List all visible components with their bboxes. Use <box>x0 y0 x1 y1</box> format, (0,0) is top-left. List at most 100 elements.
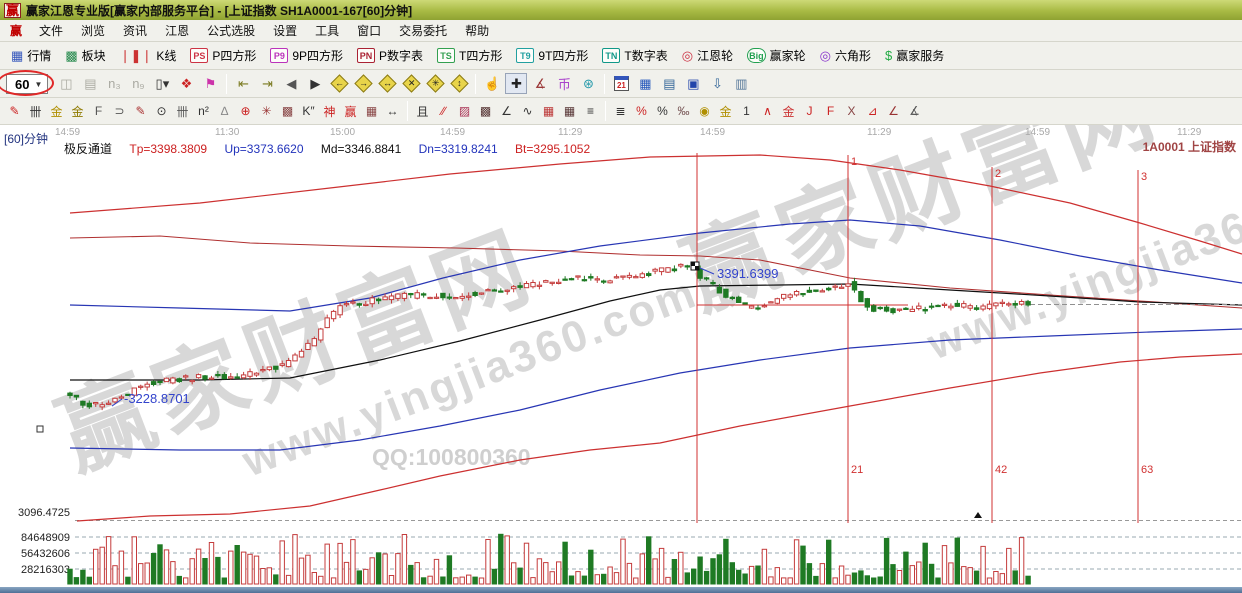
p9-square-button[interactable]: P99P四方形 <box>263 44 350 68</box>
f-ruler-tool[interactable]: F <box>88 101 109 122</box>
zoom-chart-icon[interactable]: ◫ <box>55 73 77 94</box>
notes-icon[interactable]: ▤ <box>79 73 101 94</box>
menu-item-8[interactable]: 交易委托 <box>390 19 456 42</box>
flag-icon[interactable]: ⚑ <box>199 73 221 94</box>
web-tool[interactable]: ✳ <box>256 101 277 122</box>
bars3-icon[interactable]: n₃ <box>103 73 125 94</box>
scale-tool[interactable]: ≣ <box>610 101 631 122</box>
gann-lines-tool[interactable]: 卌 <box>25 101 46 122</box>
chart-area[interactable]: [60]分钟 极反通道 Tp=3398.3809 Up=3373.6620 Md… <box>0 125 1242 587</box>
winner-char-tool[interactable]: 赢 <box>340 101 361 122</box>
parallel-tool[interactable]: ≡ <box>580 101 601 122</box>
candle-style-dropdown[interactable]: ▯▾ <box>151 73 173 94</box>
gold-split-tool[interactable]: 金 <box>46 101 67 122</box>
angle-lines-tool[interactable]: ∠ <box>496 101 517 122</box>
compress-diamond[interactable]: ✕ <box>400 73 422 94</box>
p-square-button[interactable]: PSP四方形 <box>183 44 263 68</box>
kline-button[interactable]: ❘❚❘K线 <box>113 44 184 68</box>
time-lines-tool[interactable]: 卌 <box>172 101 193 122</box>
gold-box-tool[interactable]: 金 <box>778 101 799 122</box>
p-number-button[interactable]: PNP数字表 <box>350 44 430 68</box>
quotes-button[interactable]: ▦行情 <box>4 44 58 68</box>
x-line-tool[interactable]: X <box>841 101 862 122</box>
speed-line-tool[interactable]: ⊿ <box>862 101 883 122</box>
matrix-tool[interactable]: ▩ <box>277 101 298 122</box>
arc-pair-tool[interactable]: ∧ <box>757 101 778 122</box>
res-line-tool[interactable]: ∠ <box>883 101 904 122</box>
ray-fan-tool[interactable]: ∕∕ <box>433 101 454 122</box>
magic-number-tool[interactable]: 神 <box>319 101 340 122</box>
percent-line-tool[interactable]: % <box>631 101 652 122</box>
t9-square-button[interactable]: T99T四方形 <box>509 44 595 68</box>
gold-levels-tool[interactable]: 金 <box>715 101 736 122</box>
sectors-button[interactable]: ▩板块 <box>58 44 112 68</box>
f-line-tool[interactable]: F <box>820 101 841 122</box>
export-icon[interactable]: ⇩ <box>706 73 728 94</box>
red-target-tool[interactable]: ⊕ <box>235 101 256 122</box>
hexagon-button[interactable]: ◎六角形 <box>813 44 878 68</box>
frame-tool[interactable]: 且 <box>412 101 433 122</box>
calendar-icon[interactable]: 21 <box>610 73 632 94</box>
menu-item-9[interactable]: 帮助 <box>456 19 498 42</box>
interval-dropdown[interactable]: 60▼ <box>6 74 48 94</box>
anchor-point-marker[interactable] <box>691 262 699 270</box>
k-note-tool[interactable]: K″ <box>298 101 319 122</box>
edge-handle-marker[interactable] <box>37 426 43 432</box>
menu-item-4[interactable]: 公式选股 <box>198 19 264 42</box>
price-volume-chart[interactable]: 赢家财富网www.yingjia360.com赢家财富网www.yingjia3… <box>0 125 1242 587</box>
next-bar-button[interactable]: ▶ <box>304 73 326 94</box>
t-number-button[interactable]: TNT数字表 <box>595 44 674 68</box>
prev-bar-button[interactable]: ◀ <box>280 73 302 94</box>
pattern-icon[interactable]: ❖ <box>175 73 197 94</box>
flag-one-tool[interactable]: 1 <box>736 101 757 122</box>
gold-price-tool[interactable]: 金 <box>67 101 88 122</box>
t-square-button[interactable]: TST四方形 <box>430 44 509 68</box>
winner-service-button[interactable]: $赢家服务 <box>878 44 951 68</box>
winner-wheel-button[interactable]: Big赢家轮 <box>740 44 813 68</box>
percent-levels-tool[interactable]: ‰ <box>673 101 694 122</box>
expand-v-diamond[interactable]: ↕ <box>448 73 470 94</box>
angle-tool-icon[interactable]: ∡ <box>529 73 551 94</box>
percent-tool[interactable]: % <box>652 101 673 122</box>
wave-tool-icon[interactable]: ⊛ <box>577 73 599 94</box>
crosshair-tool-icon[interactable]: ✚ <box>505 73 527 94</box>
red-ruler-tool[interactable]: ✎ <box>130 101 151 122</box>
menu-item-1[interactable]: 浏览 <box>72 19 114 42</box>
n2-tool[interactable]: n² <box>193 101 214 122</box>
gann-wheel-button-icon: ◎ <box>682 48 693 63</box>
gold-circle-tool[interactable]: ◉ <box>694 101 715 122</box>
calculator-icon[interactable]: ▦ <box>634 73 656 94</box>
hand-tool-icon[interactable]: ☝ <box>481 73 503 94</box>
menu-item-3[interactable]: 江恩 <box>156 19 198 42</box>
bars9-icon[interactable]: n₉ <box>127 73 149 94</box>
gann-tool-icon[interactable]: 币 <box>553 73 575 94</box>
menu-item-6[interactable]: 工具 <box>306 19 348 42</box>
gann-grid-tool[interactable]: ▦ <box>538 101 559 122</box>
menu-item-7[interactable]: 窗口 <box>348 19 390 42</box>
shift-left-diamond[interactable]: ← <box>328 73 350 94</box>
menu-item-2[interactable]: 资讯 <box>114 19 156 42</box>
save-icon[interactable]: ▣ <box>682 73 704 94</box>
print-icon[interactable]: ▥ <box>730 73 752 94</box>
mirror-tool[interactable]: ∆ <box>214 101 235 122</box>
dark-box-tool[interactable]: ▩ <box>475 101 496 122</box>
measure-tool[interactable]: ↔ <box>382 101 403 122</box>
zigzag-tool[interactable]: ∿ <box>517 101 538 122</box>
first-bar-button[interactable]: ⇤ <box>232 73 254 94</box>
shift-right-diamond[interactable]: → <box>352 73 374 94</box>
date-grid-tool[interactable]: ▦ <box>361 101 382 122</box>
menu-item-0[interactable]: 文件 <box>30 19 72 42</box>
j-line-tool[interactable]: J <box>799 101 820 122</box>
brush-tool[interactable]: ✎ <box>4 101 25 122</box>
compass-tool[interactable]: ⊙ <box>151 101 172 122</box>
gann-grid2-tool[interactable]: ▦ <box>559 101 580 122</box>
fan-box-tool[interactable]: ▨ <box>454 101 475 122</box>
gann-wheel-button[interactable]: ◎江恩轮 <box>675 44 740 68</box>
report-icon[interactable]: ▤ <box>658 73 680 94</box>
menu-item-5[interactable]: 设置 <box>264 19 306 42</box>
arc5-tool[interactable]: ⊃ <box>109 101 130 122</box>
tail-tool[interactable]: ∡ <box>904 101 925 122</box>
last-bar-button[interactable]: ⇥ <box>256 73 278 94</box>
expand-h-diamond[interactable]: ↔ <box>376 73 398 94</box>
reset-diamond[interactable]: ✳ <box>424 73 446 94</box>
